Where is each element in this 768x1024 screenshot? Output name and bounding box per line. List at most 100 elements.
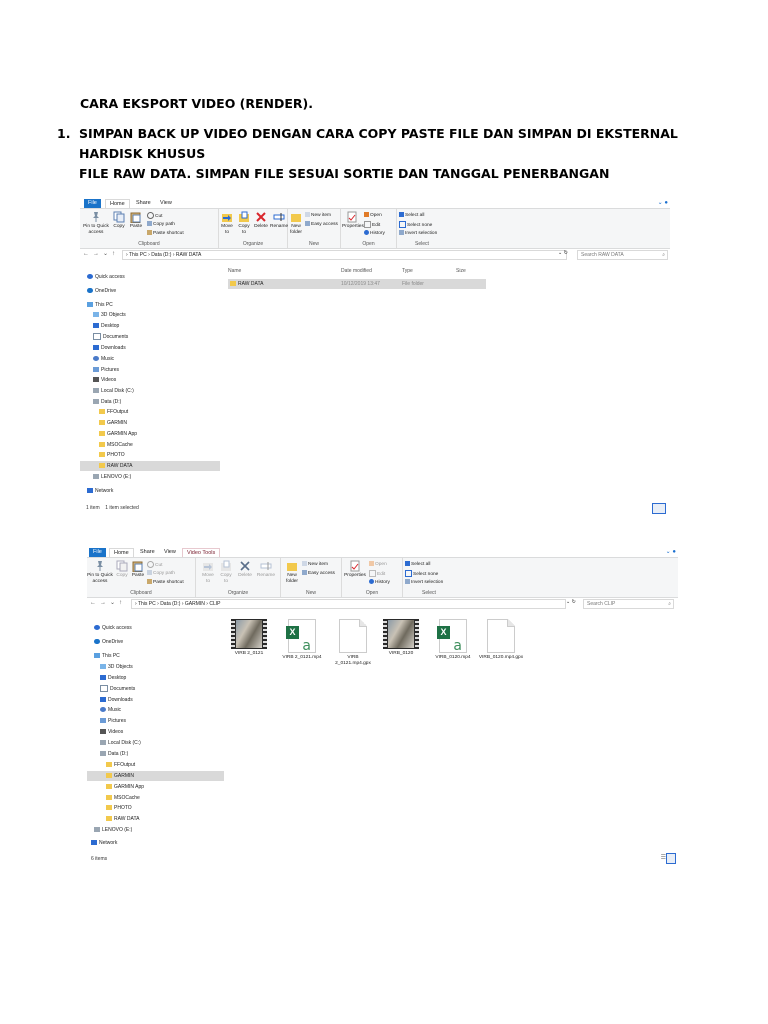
nav-downloads[interactable]: Downloads: [93, 343, 126, 353]
nav-pictures[interactable]: Pictures: [100, 716, 126, 726]
nav-garmin-app[interactable]: GARMIN App: [99, 429, 137, 439]
nav-data-drive[interactable]: Data (D:): [93, 397, 121, 407]
move-to-button[interactable]: Move to: [219, 211, 235, 235]
nav-lenovo[interactable]: LENOVO (E:): [94, 825, 132, 835]
nav-raw-data[interactable]: RAW DATA: [80, 461, 220, 471]
properties-button[interactable]: Properties: [344, 560, 366, 579]
nav-onedrive[interactable]: OneDrive: [94, 637, 123, 647]
nav-photo[interactable]: PHOTO: [106, 803, 132, 813]
nav-documents[interactable]: Documents: [93, 332, 128, 342]
file-item[interactable]: Xa VIRB_0120.mp4: [430, 619, 476, 661]
nav-quick-access[interactable]: Quick access: [87, 272, 125, 282]
new-folder-button[interactable]: New folder: [283, 560, 301, 584]
nav-this-pc[interactable]: This PC: [94, 651, 120, 661]
nav-msocache[interactable]: MSOCache: [106, 793, 140, 803]
address-path[interactable]: › This PC › Data (D:) › RAW DATA: [122, 250, 567, 260]
open-button[interactable]: Open: [369, 561, 387, 567]
copy-path-button[interactable]: Copy path: [147, 221, 175, 227]
invert-selection-button[interactable]: Invert selection: [399, 230, 437, 236]
copy-button[interactable]: Copy: [115, 560, 129, 579]
easy-access-button[interactable]: Easy access: [305, 221, 338, 227]
tab-view[interactable]: View: [160, 548, 180, 557]
properties-button[interactable]: Properties: [342, 211, 364, 230]
invert-selection-button[interactable]: Invert selection: [405, 579, 443, 585]
nav-arrows-icon[interactable]: ←→⌄↑: [90, 599, 126, 606]
nav-photo[interactable]: PHOTO: [99, 450, 125, 460]
delete-button[interactable]: Delete: [237, 560, 253, 579]
help-icon[interactable]: ⌄ ●: [666, 548, 676, 555]
rename-button[interactable]: Rename: [270, 211, 288, 230]
refresh-icon[interactable]: ⌄ ↻: [558, 250, 568, 256]
copy-path-button[interactable]: Copy path: [147, 570, 175, 576]
nav-music[interactable]: Music: [100, 705, 121, 715]
table-row[interactable]: RAW DATA 10/12/2019 13:47 File folder: [228, 279, 486, 289]
nav-garmin[interactable]: GARMIN: [87, 771, 224, 781]
edit-button[interactable]: Edit: [369, 570, 385, 577]
address-path[interactable]: › This PC › Data (D:) › GARMIN › CLIP: [131, 599, 566, 609]
open-button[interactable]: Open: [364, 212, 382, 218]
tab-file[interactable]: File: [89, 548, 106, 557]
pin-button[interactable]: Pin to Quick access: [87, 560, 113, 584]
nav-desktop[interactable]: Desktop: [100, 673, 126, 683]
column-name[interactable]: Name: [228, 268, 241, 274]
column-size[interactable]: Size: [456, 268, 466, 274]
nav-network[interactable]: Network: [87, 486, 113, 496]
cut-button[interactable]: Cut: [147, 212, 162, 219]
column-type[interactable]: Type: [402, 268, 413, 274]
pin-button[interactable]: Pin to Quick access: [81, 211, 111, 235]
tab-view[interactable]: View: [156, 199, 176, 208]
file-item[interactable]: VIRB 2_0121: [228, 619, 270, 657]
nav-desktop[interactable]: Desktop: [93, 321, 119, 331]
cut-button[interactable]: Cut: [147, 561, 162, 568]
nav-garmin[interactable]: GARMIN: [99, 418, 127, 428]
file-item[interactable]: Xa VIRB 2_0121.mp4: [279, 619, 325, 661]
nav-onedrive[interactable]: OneDrive: [87, 286, 116, 296]
select-none-button[interactable]: Select none: [405, 570, 438, 577]
nav-pictures[interactable]: Pictures: [93, 365, 119, 375]
copy-button[interactable]: Copy: [112, 211, 126, 230]
file-item[interactable]: VIRB_0120.mp4.gpx: [478, 619, 524, 661]
tab-share[interactable]: Share: [132, 199, 155, 208]
nav-raw-data[interactable]: RAW DATA: [106, 814, 139, 824]
select-all-button[interactable]: Select all: [405, 561, 430, 567]
nav-documents[interactable]: Documents: [100, 684, 135, 694]
nav-quick-access[interactable]: Quick access: [94, 623, 132, 633]
rename-button[interactable]: Rename: [256, 560, 276, 579]
move-to-button[interactable]: Move to: [200, 560, 216, 584]
paste-shortcut-button[interactable]: Paste shortcut: [147, 230, 184, 236]
paste-button[interactable]: Paste: [129, 211, 143, 230]
history-button[interactable]: History: [364, 230, 385, 236]
nav-downloads[interactable]: Downloads: [100, 695, 133, 705]
nav-lenovo[interactable]: LENOVO (E:): [93, 472, 131, 482]
nav-network[interactable]: Network: [91, 838, 117, 848]
edit-button[interactable]: Edit: [364, 221, 380, 228]
nav-local-disk[interactable]: Local Disk (C:): [100, 738, 141, 748]
view-toggle-icon[interactable]: [652, 503, 666, 514]
easy-access-button[interactable]: Easy access: [302, 570, 335, 576]
copy-to-button[interactable]: Copy to: [218, 560, 234, 584]
help-icon[interactable]: ⌄ ●: [658, 199, 668, 206]
nav-ffoutput[interactable]: FFOutput: [106, 760, 135, 770]
search-box[interactable]: Search CLIP ⌕: [583, 599, 674, 609]
nav-3d-objects[interactable]: 3D Objects: [100, 662, 133, 672]
file-item[interactable]: VIRB_0120: [380, 619, 422, 657]
nav-ffoutput[interactable]: FFOutput: [99, 407, 128, 417]
column-date[interactable]: Date modified: [341, 268, 372, 274]
refresh-icon[interactable]: ⌄ ↻: [566, 599, 576, 605]
file-item[interactable]: VIRB 2_0121.mp4.gpx: [330, 619, 376, 666]
nav-data-drive[interactable]: Data (D:): [100, 749, 128, 759]
paste-button[interactable]: Paste: [131, 560, 145, 579]
delete-button[interactable]: Delete: [253, 211, 269, 230]
large-icons-view-icon[interactable]: [666, 853, 676, 864]
nav-this-pc[interactable]: This PC: [87, 300, 113, 310]
nav-3d-objects[interactable]: 3D Objects: [93, 310, 126, 320]
nav-msocache[interactable]: MSOCache: [99, 440, 133, 450]
tab-file[interactable]: File: [84, 199, 101, 208]
nav-videos[interactable]: Videos: [100, 727, 123, 737]
paste-shortcut-button[interactable]: Paste shortcut: [147, 579, 184, 585]
new-folder-button[interactable]: New folder: [288, 211, 304, 235]
nav-arrows-icon[interactable]: ←→⌄↑: [83, 250, 119, 257]
nav-garmin-app[interactable]: GARMIN App: [106, 782, 144, 792]
tab-share[interactable]: Share: [136, 548, 159, 557]
select-none-button[interactable]: Select none: [399, 221, 432, 228]
